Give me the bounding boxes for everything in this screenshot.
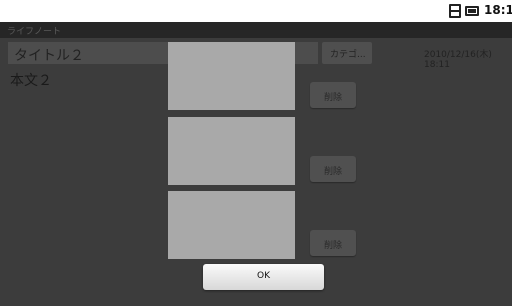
ok-button[interactable]: OK	[203, 264, 324, 290]
note-title: タイトル２	[14, 48, 84, 64]
sim-card-icon	[449, 4, 461, 18]
image-slot-2[interactable]	[168, 117, 295, 185]
delete-image-3-button[interactable]: 削除	[310, 230, 356, 256]
category-button[interactable]: カテゴ...	[322, 42, 372, 64]
delete-image-1-button[interactable]: 削除	[310, 82, 356, 108]
note-body[interactable]: 本文２	[10, 70, 52, 90]
category-button-label: カテゴ...	[330, 50, 366, 60]
app-title: ライフノート	[7, 27, 62, 37]
delete-button-label: 削除	[323, 93, 342, 103]
image-slot-3[interactable]	[168, 191, 295, 259]
battery-icon	[465, 6, 479, 16]
image-slot-1[interactable]	[168, 42, 295, 110]
delete-button-label: 削除	[323, 241, 342, 251]
app-title-bar: ライフノート	[0, 22, 512, 38]
ok-button-label: OK	[257, 271, 270, 281]
note-date: 2010/12/16(木) 18:11	[424, 50, 492, 70]
status-bar: 18:16	[0, 0, 512, 22]
delete-button-label: 削除	[323, 167, 342, 177]
delete-image-2-button[interactable]: 削除	[310, 156, 356, 182]
status-time: 18:16	[484, 3, 512, 17]
